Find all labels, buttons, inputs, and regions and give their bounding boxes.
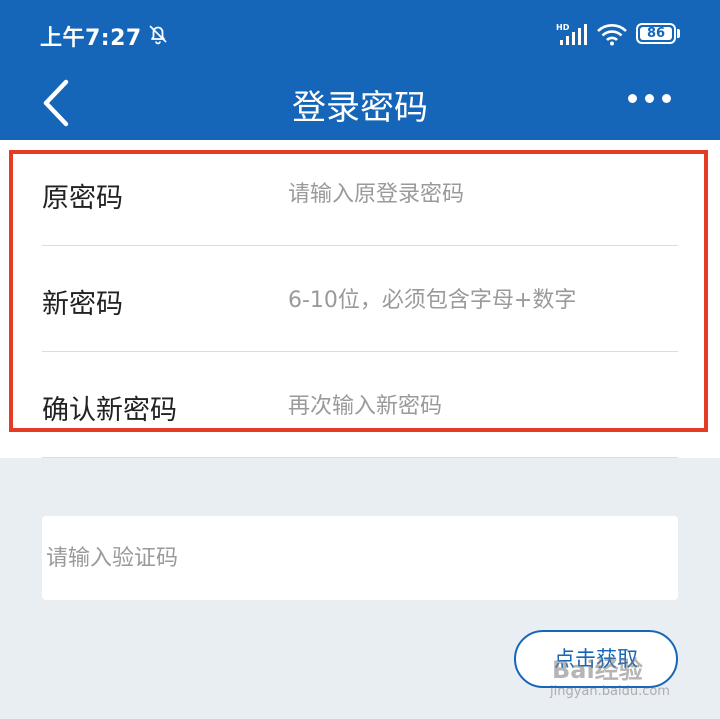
more-button[interactable]	[616, 84, 676, 114]
more-dot	[645, 94, 654, 103]
watermark-logo: Bai经验	[552, 656, 643, 684]
confirm-password-label: 确认新密码	[42, 395, 177, 426]
verification-code-input[interactable]	[46, 538, 666, 578]
old-password-label: 原密码	[42, 183, 123, 214]
battery-nub	[677, 29, 680, 38]
battery-icon: 86	[636, 23, 676, 44]
password-form: 原密码 新密码 确认新密码	[0, 140, 720, 458]
more-dot	[662, 94, 671, 103]
svg-text:HD: HD	[556, 23, 570, 32]
battery-level: 86	[646, 26, 666, 41]
form-row-confirm-password: 确认新密码	[42, 352, 678, 458]
status-bar: 上午7:27 HD 86	[0, 0, 720, 68]
more-dots-icon	[628, 94, 637, 103]
nav-bar: 登录密码	[0, 68, 720, 140]
watermark-url: jingyan.baidu.com	[550, 684, 670, 699]
page-title: 登录密码	[292, 88, 428, 128]
confirm-password-input[interactable]	[288, 386, 678, 426]
wifi-icon	[597, 24, 627, 46]
verification-code-box	[42, 516, 678, 600]
hd-signal-icon: HD	[556, 23, 587, 45]
new-password-input[interactable]	[288, 280, 678, 320]
status-time: 上午7:27	[40, 26, 142, 51]
bell-off-icon	[149, 25, 167, 45]
old-password-input[interactable]	[288, 174, 678, 214]
divider	[42, 457, 678, 458]
new-password-label: 新密码	[42, 289, 123, 320]
form-row-old-password: 原密码	[42, 140, 678, 246]
form-row-new-password: 新密码	[42, 246, 678, 352]
